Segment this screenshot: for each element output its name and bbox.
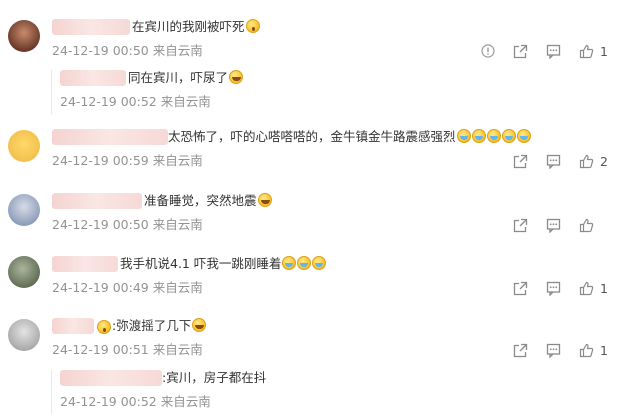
comment-date: 24-12-19 00:51 <box>52 342 149 357</box>
like-icon <box>579 343 594 357</box>
comment-meta: 24-12-19 00:50 来自云南 <box>52 217 203 233</box>
share-button[interactable] <box>513 218 528 233</box>
comment-actions: 2 <box>495 153 608 169</box>
smile-emoji-icon <box>97 320 111 334</box>
laugh-emoji-icon <box>257 193 272 207</box>
laugh-emoji-icon <box>229 70 244 84</box>
cry-emoji-icon <box>282 256 297 270</box>
comment-button[interactable] <box>546 44 561 59</box>
avatar[interactable] <box>8 319 40 351</box>
comment-button[interactable] <box>546 281 561 296</box>
comment-source: 来自云南 <box>152 153 203 168</box>
comment-text: 在宾川的我刚被吓死 <box>132 19 260 35</box>
reply-text: 同在宾川，吓尿了 <box>128 70 244 86</box>
comment-icon <box>546 343 561 358</box>
comment-date: 24-12-19 00:50 <box>52 217 149 232</box>
share-icon <box>513 218 528 232</box>
like-button[interactable]: 1 <box>579 281 608 296</box>
share-icon <box>513 154 528 168</box>
share-button[interactable] <box>513 343 528 358</box>
comment-meta: 24-12-19 00:51 来自云南 <box>52 342 203 358</box>
like-count: 1 <box>600 342 608 358</box>
like-icon <box>579 218 594 232</box>
comment-date: 24-12-19 00:50 <box>52 43 149 58</box>
cry-emoji-icon <box>456 129 471 143</box>
avatar[interactable] <box>8 20 40 52</box>
comment-source: 来自云南 <box>152 342 203 357</box>
cry-emoji-icon <box>471 129 486 143</box>
like-icon <box>579 281 594 295</box>
comment-icon <box>546 44 561 59</box>
report-button[interactable] <box>481 44 495 58</box>
like-button[interactable]: 1 <box>579 44 608 59</box>
reply-username-blurred[interactable] <box>60 370 162 386</box>
reply-date: 24-12-19 00:52 <box>60 394 157 409</box>
like-count: 2 <box>600 153 608 169</box>
comment-button[interactable] <box>546 154 561 169</box>
comment-text: 太恐怖了，吓的心嗒嗒嗒的，金牛镇金牛路震感强烈 <box>168 129 531 145</box>
comment-date: 24-12-19 00:49 <box>52 280 149 295</box>
avatar[interactable] <box>8 130 40 162</box>
like-button[interactable] <box>579 218 608 233</box>
reply-divider <box>51 70 52 114</box>
comment-source: 来自云南 <box>152 280 203 295</box>
reply-source: 来自云南 <box>160 394 211 409</box>
cry-emoji-icon <box>297 256 312 270</box>
username-blurred[interactable] <box>52 19 130 35</box>
like-icon <box>579 44 594 58</box>
comment-icon <box>546 154 561 169</box>
comment-text: 准备睡觉，突然地震 <box>144 193 272 209</box>
reply-meta: 24-12-19 00:52 来自云南 <box>60 394 211 410</box>
comment-actions: 1 <box>463 43 608 59</box>
comment-actions: 1 <box>495 342 608 358</box>
cry-emoji-icon <box>501 129 516 143</box>
comment-text: 我手机说4.1 吓我一跳刚睡着 <box>120 256 327 272</box>
comment-icon <box>546 218 561 233</box>
comment-button[interactable] <box>546 218 561 233</box>
comment-source: 来自云南 <box>152 43 203 58</box>
cry-emoji-icon <box>486 129 501 143</box>
cry-emoji-icon <box>516 129 531 143</box>
share-button[interactable] <box>513 44 528 59</box>
reply-text: :宾川，房子都在抖 <box>162 370 267 385</box>
reply-meta: 24-12-19 00:52 来自云南 <box>60 94 211 110</box>
share-button[interactable] <box>513 281 528 296</box>
reply-source: 来自云南 <box>160 94 211 109</box>
report-icon <box>481 44 495 58</box>
horn-emoji-icon <box>192 318 207 332</box>
comment-date: 24-12-19 00:59 <box>52 153 149 168</box>
like-button[interactable]: 1 <box>579 343 608 358</box>
comment-button[interactable] <box>546 343 561 358</box>
reply-username-blurred[interactable] <box>60 70 126 86</box>
comment-text: :弥渡摇了几下 <box>112 318 207 334</box>
share-icon <box>513 343 528 357</box>
comment-meta: 24-12-19 00:50 来自云南 <box>52 43 203 59</box>
share-icon <box>513 281 528 295</box>
like-button[interactable]: 2 <box>579 154 608 169</box>
reply-date: 24-12-19 00:52 <box>60 94 157 109</box>
comment-actions <box>495 217 608 233</box>
username-blurred[interactable] <box>52 318 94 334</box>
like-count: 1 <box>600 280 608 296</box>
reply-divider <box>51 370 52 414</box>
username-blurred[interactable] <box>52 256 118 272</box>
comment-icon <box>546 281 561 296</box>
avatar[interactable] <box>8 194 40 226</box>
like-icon <box>579 154 594 168</box>
comment-actions: 1 <box>495 280 608 296</box>
shock-emoji-icon <box>245 19 260 33</box>
comment-meta: 24-12-19 00:59 来自云南 <box>52 153 203 169</box>
cry-emoji-icon <box>312 256 327 270</box>
comment-meta: 24-12-19 00:49 来自云南 <box>52 280 203 296</box>
like-count: 1 <box>600 43 608 59</box>
share-button[interactable] <box>513 154 528 169</box>
comment-source: 来自云南 <box>152 217 203 232</box>
username-blurred[interactable] <box>52 129 168 145</box>
username-blurred[interactable] <box>52 193 142 209</box>
avatar[interactable] <box>8 256 40 288</box>
share-icon <box>513 44 528 58</box>
